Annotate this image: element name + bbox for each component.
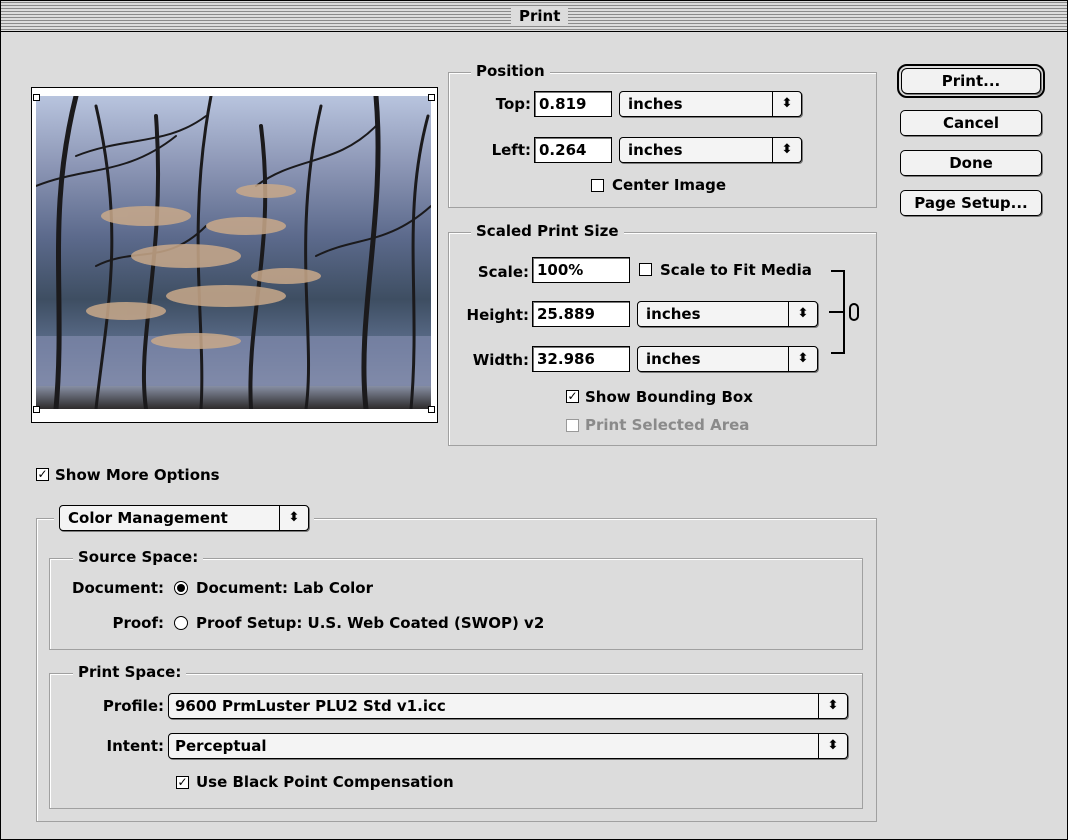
print-space-legend: Print Space: bbox=[73, 663, 187, 681]
scale-to-fit-checkbox[interactable] bbox=[639, 263, 652, 276]
left-label: Left: bbox=[491, 141, 531, 159]
position-legend: Position bbox=[471, 62, 550, 80]
intent-label: Intent: bbox=[106, 737, 164, 755]
cancel-button[interactable]: Cancel bbox=[900, 110, 1042, 136]
intent-value: Perceptual bbox=[175, 737, 267, 755]
height-field[interactable]: 25.889 bbox=[532, 301, 630, 327]
top-unit-value: inches bbox=[628, 95, 683, 113]
show-bounding-box-checkbox[interactable]: ✓ bbox=[566, 390, 579, 403]
window-title: Print bbox=[511, 6, 569, 26]
left-unit-value: inches bbox=[628, 141, 683, 159]
profile-value: 9600 PrmLuster PLU2 Std v1.icc bbox=[175, 697, 446, 715]
options-mode-value: Color Management bbox=[68, 509, 228, 527]
proof-label: Proof: bbox=[112, 614, 164, 632]
width-label: Width: bbox=[472, 351, 529, 369]
profile-popup[interactable]: 9600 PrmLuster PLU2 Std v1.icc ⬍ bbox=[168, 693, 848, 719]
black-point-compensation-label: Use Black Point Compensation bbox=[196, 773, 454, 791]
scaled-legend: Scaled Print Size bbox=[471, 222, 624, 240]
width-unit-value: inches bbox=[646, 350, 701, 368]
print-selected-area-checkbox bbox=[566, 419, 579, 432]
show-more-options-label: Show More Options bbox=[55, 466, 220, 484]
check-icon: ✓ bbox=[37, 467, 48, 481]
scale-field[interactable]: 100% bbox=[532, 257, 630, 283]
top-unit-popup[interactable]: inches ⬍ bbox=[619, 91, 802, 117]
print-dialog: Print Position Top: 0.819 inches ⬍ Left:… bbox=[0, 0, 1068, 840]
show-more-options-checkbox[interactable]: ✓ bbox=[36, 468, 49, 481]
check-icon: ✓ bbox=[567, 389, 578, 403]
updown-arrows-icon: ⬍ bbox=[279, 506, 308, 530]
width-field[interactable]: 32.986 bbox=[532, 346, 630, 372]
updown-arrows-icon: ⬍ bbox=[788, 347, 817, 371]
top-field[interactable]: 0.819 bbox=[534, 91, 612, 117]
page-setup-button[interactable]: Page Setup... bbox=[900, 190, 1042, 216]
chain-link-icon[interactable] bbox=[849, 303, 859, 321]
document-label: Document: bbox=[72, 579, 164, 597]
print-selected-area-label: Print Selected Area bbox=[585, 416, 750, 434]
bbox-handle-bottom-left[interactable] bbox=[33, 406, 40, 413]
constrain-bracket-tick bbox=[829, 311, 845, 313]
print-preview[interactable] bbox=[31, 87, 438, 423]
source-space-group bbox=[49, 558, 863, 650]
profile-label: Profile: bbox=[102, 697, 164, 715]
proof-radio[interactable] bbox=[174, 616, 188, 630]
print-button[interactable]: Print... bbox=[897, 64, 1045, 98]
preview-image bbox=[36, 96, 431, 409]
left-field[interactable]: 0.264 bbox=[534, 137, 612, 163]
document-option-label: Document: Lab Color bbox=[196, 579, 373, 597]
top-label: Top: bbox=[495, 95, 531, 113]
done-button[interactable]: Done bbox=[900, 150, 1042, 176]
width-unit-popup[interactable]: inches ⬍ bbox=[637, 346, 818, 372]
black-point-compensation-checkbox[interactable]: ✓ bbox=[176, 776, 189, 789]
check-icon: ✓ bbox=[177, 775, 188, 789]
proof-option-label: Proof Setup: U.S. Web Coated (SWOP) v2 bbox=[196, 614, 545, 632]
updown-arrows-icon: ⬍ bbox=[818, 734, 847, 758]
height-label: Height: bbox=[466, 306, 529, 324]
updown-arrows-icon: ⬍ bbox=[818, 694, 847, 718]
updown-arrows-icon: ⬍ bbox=[788, 302, 817, 326]
bbox-handle-bottom-right[interactable] bbox=[428, 406, 435, 413]
center-image-label: Center Image bbox=[612, 176, 727, 194]
intent-popup[interactable]: Perceptual ⬍ bbox=[168, 733, 848, 759]
updown-arrows-icon: ⬍ bbox=[772, 92, 801, 116]
bbox-handle-top-left[interactable] bbox=[33, 94, 40, 101]
scale-to-fit-label: Scale to Fit Media bbox=[660, 261, 812, 279]
document-radio[interactable] bbox=[174, 581, 188, 595]
bbox-handle-top-right[interactable] bbox=[428, 94, 435, 101]
title-bar[interactable]: Print bbox=[1, 1, 1067, 32]
options-mode-popup[interactable]: Color Management ⬍ bbox=[59, 505, 309, 531]
show-bounding-box-label: Show Bounding Box bbox=[585, 388, 753, 406]
scale-label: Scale: bbox=[477, 263, 529, 281]
center-image-checkbox[interactable] bbox=[591, 179, 604, 192]
height-unit-value: inches bbox=[646, 305, 701, 323]
left-unit-popup[interactable]: inches ⬍ bbox=[619, 137, 802, 163]
updown-arrows-icon: ⬍ bbox=[772, 138, 801, 162]
source-space-legend: Source Space: bbox=[73, 548, 204, 566]
height-unit-popup[interactable]: inches ⬍ bbox=[637, 301, 818, 327]
